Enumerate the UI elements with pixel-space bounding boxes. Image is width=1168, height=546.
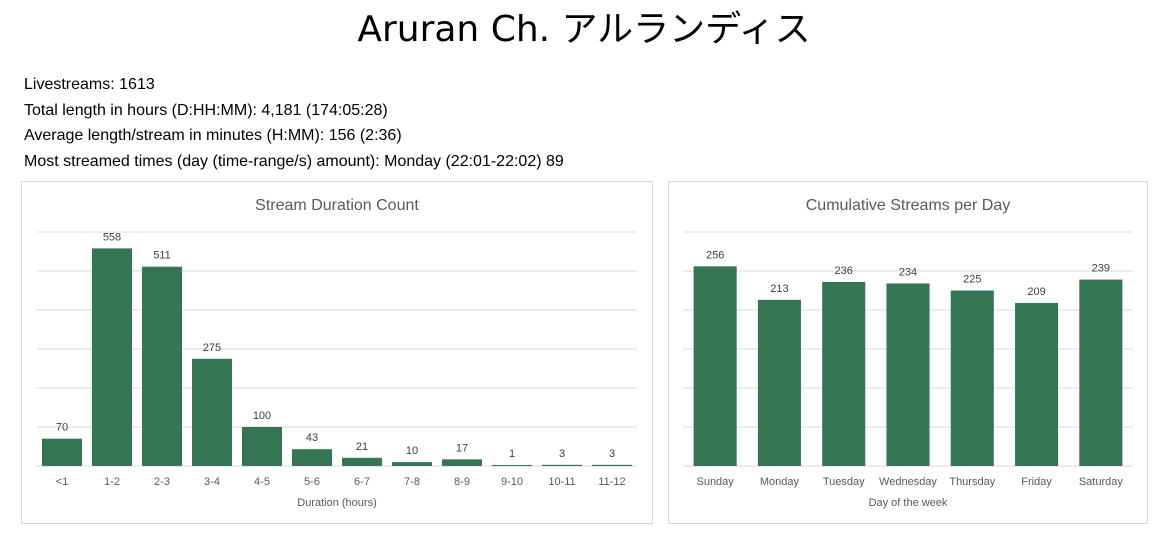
duration-data-label: 1 xyxy=(509,448,515,460)
duration-tick-label: 7-8 xyxy=(404,476,420,488)
stat-most-streamed-times: Most streamed times (day (time-range/s) … xyxy=(24,152,564,170)
days-bar xyxy=(757,299,801,466)
days-bar xyxy=(886,283,930,466)
duration-bar xyxy=(342,457,382,466)
stats-summary: Livestreams: 1613 Total length in hours … xyxy=(24,72,564,174)
duration-data-label: 21 xyxy=(356,441,368,453)
days-data-label: 213 xyxy=(770,283,788,295)
duration-tick-label: 5-6 xyxy=(304,476,320,488)
duration-bar xyxy=(392,462,432,466)
duration-data-label: 275 xyxy=(203,342,221,354)
stat-livestreams: Livestreams: 1613 xyxy=(24,76,155,93)
days-bar xyxy=(822,281,866,466)
duration-data-label: 3 xyxy=(559,448,565,460)
duration-data-label: 43 xyxy=(306,432,318,444)
days-data-label: 209 xyxy=(1027,286,1045,298)
duration-data-label: 3 xyxy=(609,448,615,460)
duration-tick-label: <1 xyxy=(56,476,69,488)
duration-data-label: 70 xyxy=(56,422,68,434)
duration-data-label: 558 xyxy=(103,231,121,243)
days-bar xyxy=(1079,279,1123,466)
days-data-label: 225 xyxy=(963,274,981,286)
duration-bar xyxy=(592,464,632,466)
days-data-label: 234 xyxy=(899,266,917,278)
duration-data-label: 100 xyxy=(253,410,271,422)
stat-total-length: Total length in hours (D:HH:MM): 4,181 (… xyxy=(24,101,388,119)
stat-average-length: Average length/stream in minutes (H:MM):… xyxy=(24,127,402,144)
duration-tick-label: 3-4 xyxy=(204,476,220,488)
days-data-label: 236 xyxy=(835,265,853,277)
days-chart: Cumulative Streams per Day 256 Sunday 213 Mo… xyxy=(683,197,1133,509)
page-title: Aruran Ch. アルランディス xyxy=(357,9,811,50)
days-chart-panel: Cumulative Streams per Day 256 Sunday 213 Mo… xyxy=(668,181,1148,524)
duration-bar xyxy=(242,427,282,466)
duration-tick-label: 2-3 xyxy=(154,476,170,488)
duration-bar xyxy=(42,438,82,466)
days-tick-label: Wednesday xyxy=(879,476,937,488)
days-tick-label: Thursday xyxy=(949,476,995,488)
duration-data-label: 17 xyxy=(456,442,468,454)
days-tick-label: Monday xyxy=(760,476,800,488)
duration-chart-panel: Stream Duration Count 70 <1 558 1-2 511 2-3 275… xyxy=(21,181,653,524)
duration-bar xyxy=(92,248,132,466)
days-x-axis-title: Day of the week xyxy=(869,497,948,509)
days-tick-label: Sunday xyxy=(696,476,734,488)
duration-chart-title: Stream Duration Count xyxy=(255,197,419,214)
duration-data-label: 511 xyxy=(153,250,171,262)
duration-bar xyxy=(542,464,582,466)
duration-bar xyxy=(192,358,232,466)
days-data-label: 239 xyxy=(1092,263,1110,275)
days-bar xyxy=(950,290,994,466)
duration-bar xyxy=(492,465,532,466)
duration-tick-label: 1-2 xyxy=(104,476,120,488)
duration-tick-label: 6-7 xyxy=(354,476,370,488)
days-chart-title: Cumulative Streams per Day xyxy=(806,197,1011,214)
duration-x-axis-title: Duration (hours) xyxy=(297,497,376,509)
days-bar xyxy=(693,266,737,466)
duration-tick-label: 8-9 xyxy=(454,476,470,488)
duration-tick-label: 4-5 xyxy=(254,476,270,488)
duration-bar xyxy=(292,449,332,466)
duration-tick-label: 9-10 xyxy=(501,476,523,488)
days-bar xyxy=(1015,302,1059,466)
duration-bar xyxy=(142,266,182,466)
days-tick-label: Friday xyxy=(1021,476,1052,488)
days-data-label: 256 xyxy=(706,249,724,261)
days-tick-label: Saturday xyxy=(1079,476,1124,488)
duration-tick-label: 10-11 xyxy=(548,476,575,488)
days-tick-label: Tuesday xyxy=(823,476,865,488)
duration-bar xyxy=(442,459,482,466)
duration-tick-label: 11-12 xyxy=(598,476,625,488)
duration-chart: Stream Duration Count 70 <1 558 1-2 511 2-3 275… xyxy=(37,197,637,509)
duration-data-label: 10 xyxy=(406,445,418,457)
